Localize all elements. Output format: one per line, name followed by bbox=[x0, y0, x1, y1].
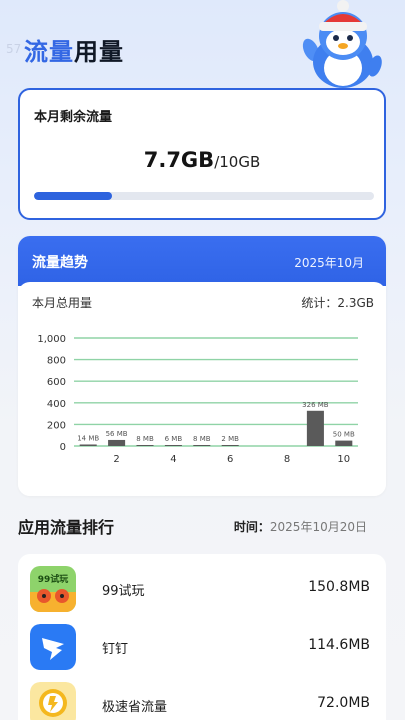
chart-x-tick-label: 10 bbox=[337, 454, 350, 465]
remaining-label: 本月剩余流量 bbox=[34, 110, 113, 125]
chart-data-label: 6 MB bbox=[165, 435, 183, 443]
penguin-mascot-icon bbox=[297, 0, 389, 90]
chart-bar bbox=[335, 440, 353, 446]
chart-bar bbox=[79, 444, 97, 446]
chart-x-tick-label: 6 bbox=[227, 454, 233, 465]
ranking-time-label: 时间： bbox=[233, 520, 270, 534]
chart-data-label: 14 MB bbox=[77, 434, 99, 442]
chart-y-tick-label: 1,000 bbox=[37, 334, 66, 345]
chart-data-label: 8 MB bbox=[136, 435, 154, 443]
chart-x-tick-label: 8 bbox=[284, 454, 290, 465]
ranking-time: 时间：2025年10月20日 bbox=[234, 518, 367, 535]
remaining-progress-fill bbox=[34, 192, 113, 200]
chart-y-tick-label: 600 bbox=[47, 377, 66, 388]
chart-y-tick-label: 400 bbox=[47, 399, 66, 410]
chart-data-label: 8 MB bbox=[193, 435, 211, 443]
chart-bar bbox=[136, 445, 154, 446]
99-shiwan-icon-text: 99试玩 bbox=[38, 573, 69, 585]
ranking-list: 99试玩 99试玩 150.8MB 钉钉 114.6MB 极速省流量 72.0M… bbox=[18, 554, 386, 720]
chart-bar bbox=[221, 445, 239, 446]
trend-title: 流量趋势 bbox=[32, 255, 88, 271]
list-item[interactable]: 99试玩 99试玩 150.8MB bbox=[18, 554, 386, 612]
chart-data-label: 56 MB bbox=[106, 430, 128, 438]
chart-x-tick-label: 4 bbox=[170, 454, 176, 465]
99-shiwan-icon: 99试玩 bbox=[30, 566, 76, 612]
app-name: 99试玩 bbox=[102, 584, 145, 599]
remaining-progress-bar bbox=[34, 192, 374, 200]
chart-data-label: 326 MB bbox=[302, 401, 329, 409]
jisu-shengliuliang-icon bbox=[30, 682, 76, 720]
chart-x-tick-label: 2 bbox=[113, 454, 119, 465]
remaining-data-card: 本月剩余流量 7.7GB/10GB bbox=[18, 88, 386, 220]
chart-data-label: 50 MB bbox=[333, 431, 355, 439]
app-usage: 150.8MB bbox=[308, 579, 370, 595]
app-usage: 114.6MB bbox=[308, 637, 370, 653]
usage-bar-chart: 0 200 400 600 800 1,000 14 MB 56 MB 8 MB 6 MB 8 MB… bbox=[37, 334, 358, 465]
trend-header: 流量趋势 2025年10月 bbox=[18, 236, 386, 286]
remaining-value: 7.7GB/10GB bbox=[20, 148, 384, 172]
chart-bar bbox=[108, 439, 126, 446]
ranking-time-value[interactable]: 2025年10月20日 bbox=[270, 520, 367, 534]
trend-total-label: 本月总用量 bbox=[32, 296, 93, 310]
app-name: 极速省流量 bbox=[102, 700, 168, 715]
chart-bar bbox=[164, 445, 182, 446]
page-title: 流量用量 bbox=[24, 32, 124, 67]
chart-y-tick-label: 0 bbox=[60, 442, 66, 453]
trend-stat: 统计：2.3GB bbox=[301, 296, 374, 310]
remaining-total: /10GB bbox=[214, 153, 261, 171]
chart-bar bbox=[306, 410, 324, 446]
app-name: 钉钉 bbox=[102, 642, 129, 657]
list-item[interactable]: 钉钉 114.6MB bbox=[18, 612, 386, 670]
remaining-amount: 7.7GB bbox=[143, 148, 215, 172]
chart-y-tick-label: 800 bbox=[47, 356, 66, 367]
trend-card: 流量趋势 2025年10月 本月总用量 统计：2.3GB 0 200 400 600 8… bbox=[18, 236, 386, 496]
chart-y-tick-label: 200 bbox=[47, 420, 66, 431]
chart-data-label: 2 MB bbox=[221, 435, 239, 443]
ranking-title: 应用流量排行 bbox=[18, 518, 115, 537]
trend-month[interactable]: 2025年10月 bbox=[294, 254, 364, 271]
app-usage: 72.0MB bbox=[317, 695, 370, 711]
trend-body: 本月总用量 统计：2.3GB 0 200 400 600 800 1,000 14 MB 56… bbox=[18, 282, 386, 496]
page-title-rest: 用量 bbox=[74, 38, 124, 66]
status-time: 57 bbox=[6, 42, 22, 56]
dingtalk-icon bbox=[30, 624, 76, 670]
page-title-accent: 流量 bbox=[24, 38, 74, 66]
chart-bar bbox=[193, 445, 211, 446]
list-item[interactable]: 极速省流量 72.0MB bbox=[18, 670, 386, 720]
